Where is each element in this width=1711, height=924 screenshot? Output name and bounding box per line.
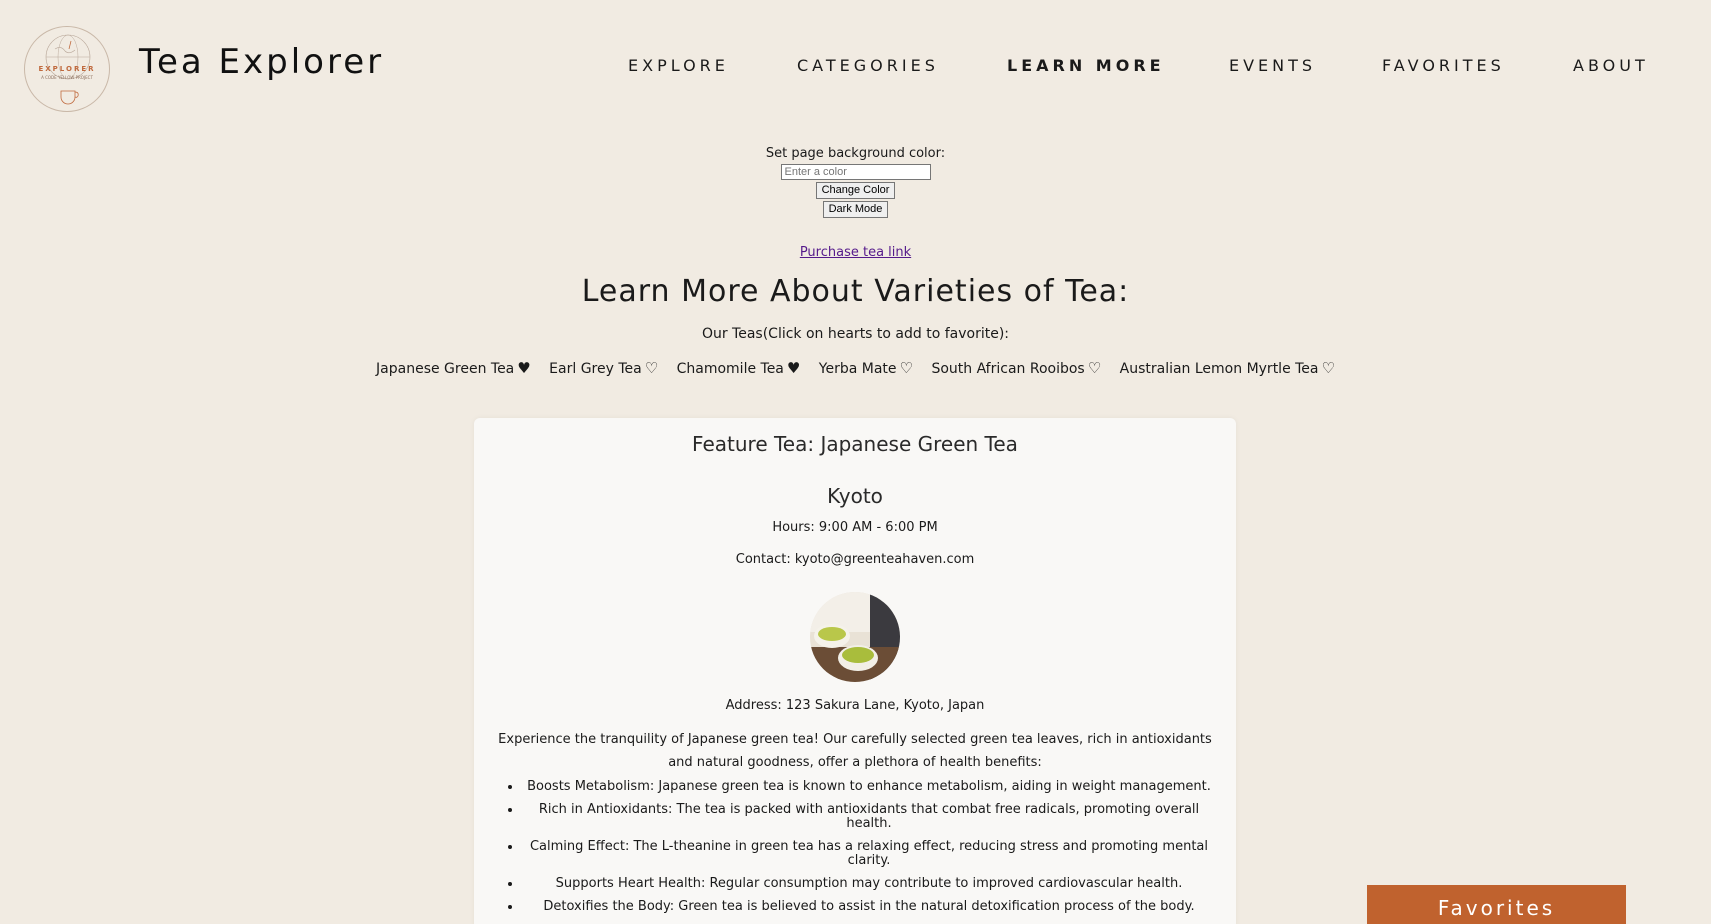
list-item: Boosts Metabolism: Japanese green tea is…	[522, 780, 1216, 794]
purchase-section: Purchase tea link	[0, 245, 1711, 260]
change-color-button[interactable]: Change Color	[815, 182, 896, 199]
color-input[interactable]	[780, 164, 931, 180]
nav-about[interactable]: ABOUT	[1573, 56, 1649, 75]
tea-list: Japanese Green Tea ♥ Earl Grey Tea ♡ Chamo…	[0, 359, 1711, 377]
nav-favorites[interactable]: FAVORITES	[1382, 56, 1505, 75]
tea-photo	[810, 592, 900, 682]
heart-outline-icon[interactable]: ♡	[1088, 359, 1101, 377]
heart-outline-icon[interactable]: ♡	[645, 359, 658, 377]
heart-filled-icon[interactable]: ♥	[517, 359, 530, 377]
tea-name: Japanese Green Tea	[376, 361, 515, 377]
heart-outline-icon[interactable]: ♡	[900, 359, 913, 377]
nav-learn-more[interactable]: LEARN MORE	[1007, 56, 1165, 75]
tea-name: Chamomile Tea	[676, 361, 784, 377]
favorites-button[interactable]: Favorites	[1367, 885, 1626, 924]
tea-item-south-african-rooibos[interactable]: South African Rooibos ♡	[931, 359, 1101, 377]
feature-city: Kyoto	[827, 484, 883, 508]
dark-mode-button[interactable]: Dark Mode	[822, 201, 889, 218]
purchase-tea-link[interactable]: Purchase tea link	[800, 245, 911, 260]
feature-address: Address: 123 Sakura Lane, Kyoto, Japan	[725, 698, 985, 713]
tea-item-yerba-mate[interactable]: Yerba Mate ♡	[819, 359, 913, 377]
list-item: Calming Effect: The L-theanine in green …	[522, 840, 1216, 868]
teas-label: Our Teas(Click on hearts to add to favor…	[701, 326, 1010, 342]
tea-name: Australian Lemon Myrtle Tea	[1119, 361, 1319, 377]
benefits-list: Boosts Metabolism: Japanese green tea is…	[494, 780, 1216, 923]
list-item: Detoxifies the Body: Green tea is believ…	[522, 900, 1216, 914]
tea-item-earl-grey-tea[interactable]: Earl Grey Tea ♡	[549, 359, 658, 377]
heart-filled-icon[interactable]: ♥	[787, 359, 800, 377]
background-color-controls: Set page background color: Change Color …	[0, 146, 1711, 218]
nav-explore[interactable]: EXPLORE	[628, 56, 729, 75]
feature-hours: Hours: 9:00 AM - 6:00 PM	[772, 520, 938, 535]
tea-name: Yerba Mate	[818, 361, 897, 377]
feature-title: Feature Tea: Japanese Green Tea	[692, 432, 1018, 456]
feature-intro: Experience the tranquility of Japanese g…	[498, 732, 1212, 770]
background-color-label: Set page background color:	[765, 146, 946, 161]
tea-item-australian-lemon-myrtle-tea[interactable]: Australian Lemon Myrtle Tea ♡	[1120, 359, 1335, 377]
tea-name: Earl Grey Tea	[549, 361, 642, 377]
feature-contact: Contact: kyoto@greenteahaven.com	[735, 552, 975, 567]
tea-name: South African Rooibos	[931, 361, 1085, 377]
feature-tea-card: Feature Tea: Japanese Green Tea Kyoto Ho…	[474, 418, 1236, 924]
page: EXPLORER A CODE YELLOW PROJECT Tea Explo…	[0, 0, 1711, 924]
nav-events[interactable]: EVENTS	[1229, 56, 1316, 75]
header: EXPLORER A CODE YELLOW PROJECT Tea Explo…	[0, 0, 1711, 130]
heart-outline-icon[interactable]: ♡	[1322, 359, 1335, 377]
main-nav: EXPLORE CATEGORIES LEARN MORE EVENTS FAV…	[0, 56, 1711, 80]
tea-item-chamomile-tea[interactable]: Chamomile Tea ♥	[677, 359, 801, 377]
list-item: Rich in Antioxidants: The tea is packed …	[522, 803, 1216, 831]
tea-item-japanese-green-tea[interactable]: Japanese Green Tea ♥	[376, 359, 531, 377]
list-item: Supports Heart Health: Regular consumpti…	[522, 877, 1216, 891]
page-heading: Learn More About Varieties of Tea:	[581, 274, 1130, 309]
nav-categories[interactable]: CATEGORIES	[797, 56, 939, 75]
